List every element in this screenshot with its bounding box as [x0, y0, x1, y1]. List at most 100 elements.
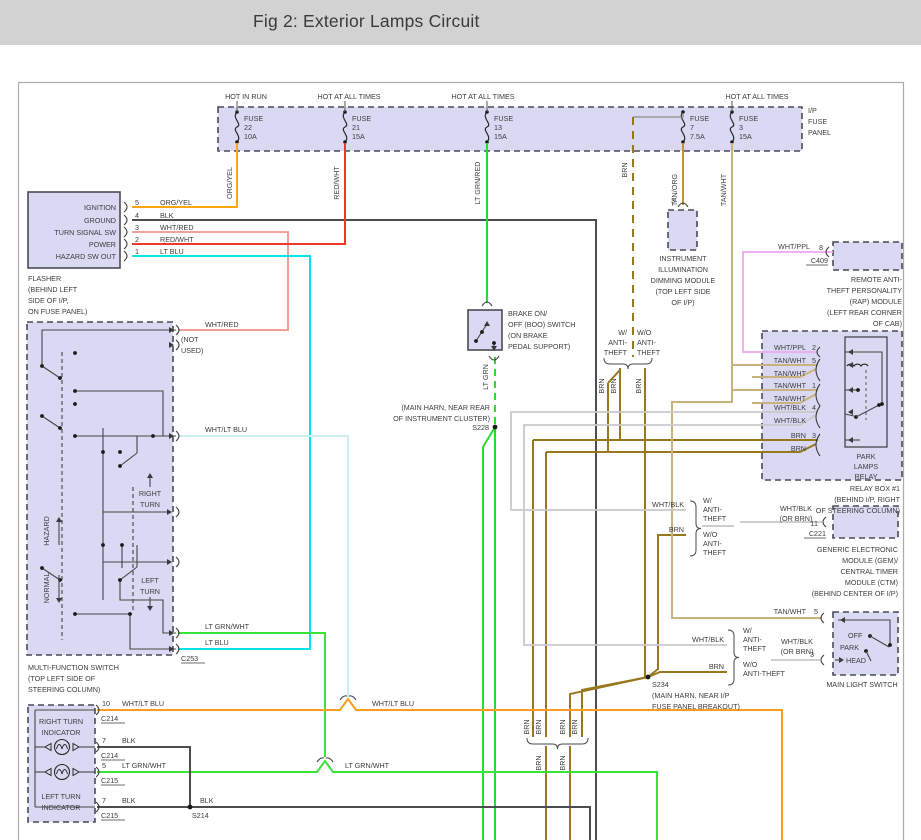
- junction-dot: [73, 612, 77, 616]
- label: W/O: [637, 328, 652, 337]
- mfs-caption: (TOP LEFT SIDE OF: [28, 674, 96, 683]
- connector-label: C214: [101, 714, 118, 723]
- crossover-mark: [348, 695, 357, 701]
- normal-label: NORMAL: [42, 573, 51, 604]
- wire-label: WHT/PPL: [774, 343, 806, 352]
- label: I/P: [808, 106, 817, 115]
- label: W/: [703, 496, 712, 505]
- pin-number: 1: [812, 381, 816, 390]
- pin-number: 5: [812, 356, 816, 365]
- boo-caption: PEDAL SUPPORT): [508, 342, 570, 351]
- label: CENTRAL TIMER: [840, 567, 898, 576]
- label: WHT/BLK: [652, 500, 684, 509]
- wire-label: WHT/BLK: [774, 403, 806, 412]
- junction-dot: [151, 434, 155, 438]
- pin-connector-arc: [175, 430, 180, 442]
- pin-connector-arc: [820, 612, 825, 624]
- label: LT GRN/RED: [473, 162, 482, 205]
- label: BRN: [558, 755, 567, 770]
- label: ILLUMINATION: [658, 265, 708, 274]
- splice-label: S234: [652, 680, 669, 689]
- label: TURN: [140, 500, 160, 509]
- fuse-amps: 15A: [494, 132, 507, 141]
- pin-number: 3: [671, 196, 675, 205]
- split-brace: [526, 737, 589, 750]
- pin-connector-arc: [175, 506, 180, 518]
- junction-dot: [856, 388, 860, 392]
- boo-caption: OFF (BOO) SWITCH: [508, 320, 575, 329]
- label: PANEL: [808, 128, 831, 137]
- flasher-pin-number: 3: [135, 223, 139, 232]
- label: BRN: [709, 662, 724, 671]
- label: RIGHT: [139, 489, 162, 498]
- wiring-diagram-page: Fig 2: Exterior Lamps Circuit FUSE 22 10A F…: [0, 0, 921, 840]
- junction-dot: [73, 434, 77, 438]
- label: ANTI-THEFT: [743, 669, 786, 678]
- fuse-label: FUSE: [352, 114, 371, 123]
- connector-label: C215: [101, 776, 118, 785]
- pin-number: 4: [812, 403, 816, 412]
- pin-connector-arc: [123, 250, 128, 262]
- flasher-pin-name: HAZARD SW OUT: [56, 252, 117, 261]
- pin-number: 11: [811, 519, 818, 528]
- label: W/O: [743, 660, 758, 669]
- label: PARK: [856, 452, 875, 461]
- brn-to-gem: [647, 534, 686, 678]
- wire-label: TAN/WHT: [774, 394, 807, 403]
- wire-label: WHT/RED: [160, 223, 194, 232]
- hazard-label: HAZARD: [42, 516, 51, 546]
- flasher-caption: (BEHIND LEFT: [28, 285, 78, 294]
- pin-connector-arc: [123, 238, 128, 250]
- label: THEFT: [703, 514, 727, 523]
- fuse-amps: 7.5A: [690, 132, 705, 141]
- label: DIMMING MODULE: [651, 276, 716, 285]
- wire-label: TAN/WHT: [774, 381, 807, 390]
- wire-label: LT GRN/WHT: [345, 761, 390, 770]
- wire-label: LT BLU: [205, 638, 229, 647]
- pin-connector-arc: [175, 627, 180, 639]
- label: TURN: [140, 587, 160, 596]
- flasher-caption: SIDE OF I/P,: [28, 296, 69, 305]
- power-feed-label: HOT AT ALL TIMES: [725, 92, 788, 101]
- label: THEFT: [637, 348, 661, 357]
- label: BRN: [620, 162, 629, 177]
- junction-dot: [101, 543, 105, 547]
- fuse-number: 3: [739, 123, 743, 132]
- rap-module-box: [832, 241, 903, 271]
- wire-label: WHT/LT BLU: [122, 699, 164, 708]
- label: RELAY: [854, 472, 877, 481]
- blk-ground-run: [97, 806, 591, 840]
- label: (MAIN HARN, NEAR REAR: [401, 403, 490, 412]
- junction-dot: [120, 543, 124, 547]
- label: USED): [181, 346, 203, 355]
- label: ANTI-: [743, 635, 762, 644]
- figure-title: Fig 2: Exterior Lamps Circuit: [253, 11, 480, 31]
- label: MODULE (GEM)/: [842, 556, 898, 565]
- junction-dot: [40, 414, 44, 418]
- wire-label: TAN/WHT: [774, 369, 807, 378]
- dimming-module-box: [667, 209, 698, 251]
- lt-grn-branch: [482, 426, 496, 840]
- fuse-label: FUSE: [739, 114, 758, 123]
- label: THEFT: [703, 548, 727, 557]
- label: BLK: [200, 796, 214, 805]
- fuse-number: 7: [690, 123, 694, 132]
- label: W/O: [703, 530, 718, 539]
- pin-connector-arc: [123, 201, 128, 213]
- label: BRN: [558, 719, 567, 734]
- flasher-caption: ON FUSE PANEL): [28, 307, 87, 316]
- junction-dot: [58, 376, 62, 380]
- label: ANTI-: [637, 338, 656, 347]
- label: BRN: [522, 719, 531, 734]
- label: FUSE: [808, 117, 827, 126]
- junction-dot: [492, 424, 498, 430]
- label: OFF: [848, 631, 863, 640]
- fuse-number: 22: [244, 123, 252, 132]
- fuse-amps: 10A: [244, 132, 257, 141]
- pin-number: 7: [102, 736, 106, 745]
- wire-label: BRN: [791, 444, 806, 453]
- wire-label: WHT/BLK: [774, 416, 806, 425]
- wire-label: WHT/RED: [205, 320, 239, 329]
- pin-connector-arc: [123, 226, 128, 238]
- junction-dot: [40, 566, 44, 570]
